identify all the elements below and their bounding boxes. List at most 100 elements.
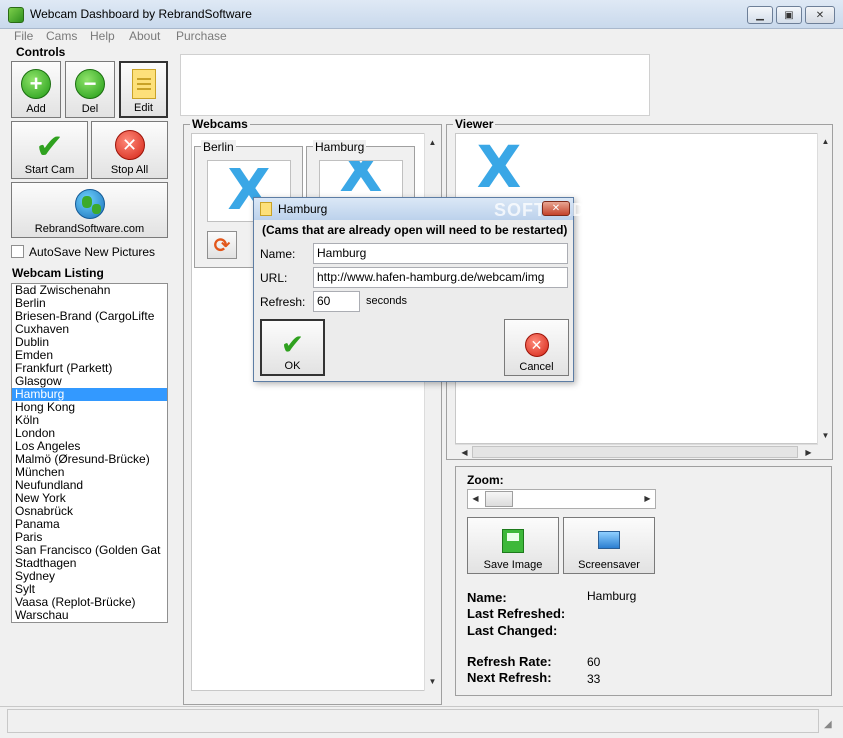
scroll-left-icon[interactable]: ◀ — [457, 445, 472, 460]
maximize-button[interactable]: ▣ — [776, 6, 802, 24]
zoom-thumb[interactable] — [485, 491, 513, 507]
stop-all-label: Stop All — [110, 164, 149, 176]
close-icon: ✕ — [815, 9, 825, 21]
list-item[interactable]: Paris — [12, 531, 167, 544]
del-button[interactable]: − Del — [65, 61, 115, 118]
autosave-checkbox[interactable] — [11, 245, 24, 258]
checkmark-icon: ✔ — [280, 329, 305, 360]
list-item[interactable]: Hamburg — [12, 388, 167, 401]
monitor-icon — [598, 531, 620, 549]
globe-icon — [74, 189, 105, 219]
list-item[interactable]: Los Angeles — [12, 440, 167, 453]
name-value: Hamburg — [587, 589, 637, 603]
dialog-name-label: Name: — [260, 247, 296, 261]
stop-all-button[interactable]: ✕ Stop All — [91, 121, 168, 179]
title-bar: Webcam Dashboard by RebrandSoftware ▁ ▣ … — [0, 0, 843, 29]
last-refreshed-label: Last Refreshed: — [467, 606, 566, 621]
scroll-up-icon[interactable]: ▲ — [818, 134, 833, 149]
viewer-hscrollbar[interactable]: ◀ ▶ — [455, 444, 818, 459]
next-refresh-value: 33 — [587, 672, 601, 686]
name-label: Name: — [467, 590, 507, 605]
list-item[interactable]: Vaasa (Replot-Brücke) — [12, 596, 167, 609]
close-button[interactable]: ✕ — [805, 6, 835, 24]
list-item[interactable]: Dublin — [12, 336, 167, 349]
viewer-vscrollbar[interactable]: ▲ ▼ — [817, 133, 832, 444]
save-icon — [502, 529, 524, 553]
list-item[interactable]: Neufundland — [12, 479, 167, 492]
next-refresh-label: Next Refresh: — [467, 670, 552, 685]
list-item[interactable]: London — [12, 427, 167, 440]
save-image-label: Save Image — [483, 559, 543, 571]
list-item[interactable]: Osnabrück — [12, 505, 167, 518]
cam-image-placeholder: X — [319, 160, 403, 198]
zoom-label: Zoom: — [467, 473, 504, 487]
list-item[interactable]: Panama — [12, 518, 167, 531]
list-item[interactable]: Briesen-Brand (CargoLifte — [12, 310, 167, 323]
broken-image-icon: X — [339, 160, 383, 198]
zoom-slider[interactable]: ◀ ▶ — [467, 489, 656, 509]
start-cam-button[interactable]: ✔ Start Cam — [11, 121, 88, 179]
dialog-title: Hamburg — [278, 202, 328, 216]
list-item[interactable]: Frankfurt (Parkett) — [12, 362, 167, 375]
zoom-left-icon[interactable]: ◀ — [468, 491, 483, 506]
list-item[interactable]: Sydney — [12, 570, 167, 583]
edit-button[interactable]: Edit — [119, 61, 168, 118]
scroll-right-icon[interactable]: ▶ — [801, 445, 816, 460]
scroll-down-icon[interactable]: ▼ — [818, 428, 833, 443]
list-item[interactable]: Stadthagen — [12, 557, 167, 570]
broken-image-icon: X — [476, 133, 522, 201]
hscroll-thumb[interactable] — [472, 446, 798, 458]
menu-bar: File Cams Help About Purchase — [0, 29, 843, 47]
list-item[interactable]: Berlin — [12, 297, 167, 310]
dialog-name-field[interactable]: Hamburg — [313, 243, 568, 264]
controls-title: Controls — [14, 45, 68, 59]
webcam-listing[interactable]: Bad Zwischenahn Berlin Briesen-Brand (Carg… — [11, 283, 168, 623]
menu-help[interactable]: Help — [90, 29, 115, 43]
cancel-label: Cancel — [519, 361, 554, 373]
ok-label: OK — [284, 360, 301, 372]
refresh-cam-button[interactable]: ⟳ — [207, 231, 237, 259]
resize-grip-icon[interactable]: ◢ — [824, 719, 832, 730]
webcam-listing-title: Webcam Listing — [10, 266, 106, 280]
dialog-url-label: URL: — [260, 271, 288, 285]
list-item[interactable]: San Francisco (Golden Gat — [12, 544, 167, 557]
list-item[interactable]: Sylt — [12, 583, 167, 596]
list-item[interactable]: Emden — [12, 349, 167, 362]
screensaver-button[interactable]: Screensaver — [563, 517, 655, 574]
ok-button[interactable]: ✔ OK — [260, 319, 325, 376]
cam-tile-name: Hamburg — [313, 140, 367, 154]
dialog-refresh-label: Refresh: — [260, 295, 306, 309]
menu-purchase[interactable]: Purchase — [176, 29, 227, 43]
dialog-refresh-field[interactable]: 60 — [313, 291, 360, 312]
list-item[interactable]: Köln — [12, 414, 167, 427]
list-item[interactable]: Glasgow — [12, 375, 167, 388]
dialog-close-button[interactable]: ✕ — [542, 201, 570, 216]
list-item[interactable]: Cuxhaven — [12, 323, 167, 336]
list-item[interactable]: Hong Kong — [12, 401, 167, 414]
close-icon: ✕ — [551, 203, 561, 214]
list-item[interactable]: Warschau — [12, 609, 167, 622]
scroll-down-icon[interactable]: ▼ — [425, 674, 440, 689]
edit-cam-dialog: Hamburg SOFTPEDIA ✕ (Cams that are alrea… — [253, 197, 605, 382]
save-image-button[interactable]: Save Image — [467, 517, 559, 574]
menu-about[interactable]: About — [129, 29, 160, 43]
viewer-broken-image: X — [458, 136, 540, 198]
website-label: RebrandSoftware.com — [34, 223, 145, 235]
website-button[interactable]: RebrandSoftware.com — [11, 182, 168, 238]
edit-button-label: Edit — [134, 102, 153, 114]
add-button[interactable]: + Add — [11, 61, 61, 118]
zoom-right-icon[interactable]: ▶ — [640, 491, 655, 506]
scroll-up-icon[interactable]: ▲ — [425, 135, 440, 150]
dialog-url-field[interactable]: http://www.hafen-hamburg.de/webcam/img — [313, 267, 568, 288]
list-item[interactable]: München — [12, 466, 167, 479]
minimize-button[interactable]: ▁ — [747, 6, 773, 24]
status-panel — [7, 709, 819, 733]
menu-file[interactable]: File — [14, 29, 33, 43]
list-item[interactable]: Malmö (Øresund-Brücke) — [12, 453, 167, 466]
cancel-button[interactable]: ✕ Cancel — [504, 319, 569, 376]
viewer-title: Viewer — [453, 117, 496, 131]
list-item[interactable]: New York — [12, 492, 167, 505]
list-item[interactable]: Bad Zwischenahn — [12, 284, 167, 297]
dialog-title-bar: Hamburg SOFTPEDIA ✕ — [254, 198, 605, 220]
menu-cams[interactable]: Cams — [46, 29, 77, 43]
